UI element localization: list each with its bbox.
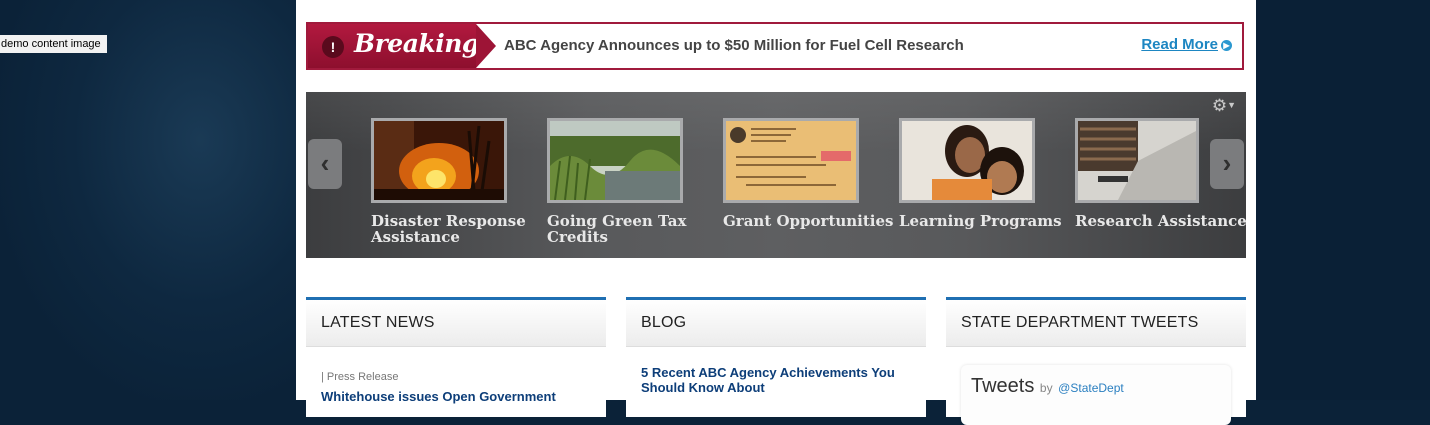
wetland-image [550, 121, 680, 200]
tweets-heading: Tweets [971, 375, 1035, 397]
alert-icon: ! [322, 36, 344, 58]
carousel-slide[interactable]: Disaster Response Assistance [371, 118, 547, 245]
arrow-right-icon: ▶ [1221, 40, 1232, 51]
slide-title[interactable]: Disaster Response Assistance [371, 213, 547, 245]
tweets-by-label: by [1039, 381, 1053, 395]
carousel-prev-button[interactable]: ‹ [308, 139, 342, 189]
tweets-widget: Tweets by @StateDept [961, 365, 1231, 425]
slide-title[interactable]: Research Assistance [1075, 213, 1251, 229]
breaking-label: Breaking [354, 29, 479, 58]
panel-title: STATE DEPARTMENT TWEETS [961, 314, 1199, 331]
panel-header: STATE DEPARTMENT TWEETS [946, 297, 1246, 347]
tweets-widget-title: Tweets by @StateDept [971, 375, 1124, 398]
read-more-label: Read More [1141, 36, 1218, 53]
family-image [902, 121, 1032, 200]
slide-image-check[interactable] [723, 118, 859, 203]
slide-image-family[interactable] [899, 118, 1035, 203]
read-more-link[interactable]: Read More ▶ [1141, 36, 1232, 53]
carousel-slide[interactable]: Learning Programs [899, 118, 1075, 229]
breaking-tag: ! Breaking [308, 24, 496, 68]
blog-panel: BLOG 5 Recent ABC Agency Achievements Yo… [626, 297, 926, 417]
background-right [1256, 0, 1430, 400]
news-item-link[interactable]: Whitehouse issues Open Government [321, 389, 556, 404]
chevron-down-icon: ▼ [1227, 100, 1236, 110]
carousel-slide[interactable]: Research Assistance [1075, 118, 1251, 229]
slide-title[interactable]: Learning Programs [899, 213, 1075, 229]
background-glow [0, 0, 300, 400]
slide-image-library[interactable] [1075, 118, 1199, 203]
slide-image-fire[interactable] [371, 118, 507, 203]
demo-content-label: demo content image [0, 35, 107, 53]
breaking-news-bar: ! Breaking ABC Agency Announces up to $5… [306, 22, 1244, 70]
slide-image-wetland[interactable] [547, 118, 683, 203]
panel-title: BLOG [641, 314, 687, 331]
carousel-slide[interactable]: Grant Opportunities [723, 118, 899, 229]
slide-title[interactable]: Grant Opportunities [723, 213, 899, 229]
feature-carousel: ⚙▼ ‹ › Disaster Response Assistance Goin… [306, 92, 1247, 258]
library-image [1078, 121, 1196, 200]
gear-icon[interactable]: ⚙▼ [1212, 96, 1236, 116]
carousel-slide[interactable]: Going Green Tax Credits [547, 118, 723, 245]
panel-header: BLOG [626, 297, 926, 347]
panel-title: LATEST NEWS [321, 314, 435, 331]
page-content: ! Breaking ABC Agency Announces up to $5… [296, 0, 1256, 425]
check-image [726, 121, 856, 200]
blog-item-link[interactable]: 5 Recent ABC Agency Achievements You Sho… [641, 365, 911, 395]
slide-title[interactable]: Going Green Tax Credits [547, 213, 723, 245]
panel-header: LATEST NEWS [306, 297, 606, 347]
news-category: | Press Release [321, 371, 399, 383]
latest-news-panel: LATEST NEWS | Press Release Whitehouse i… [306, 297, 606, 417]
tweets-panel: STATE DEPARTMENT TWEETS Tweets by @State… [946, 297, 1246, 425]
fire-image [374, 121, 504, 200]
tweets-handle-link[interactable]: @StateDept [1058, 381, 1124, 395]
breaking-headline[interactable]: ABC Agency Announces up to $50 Million f… [504, 37, 964, 54]
